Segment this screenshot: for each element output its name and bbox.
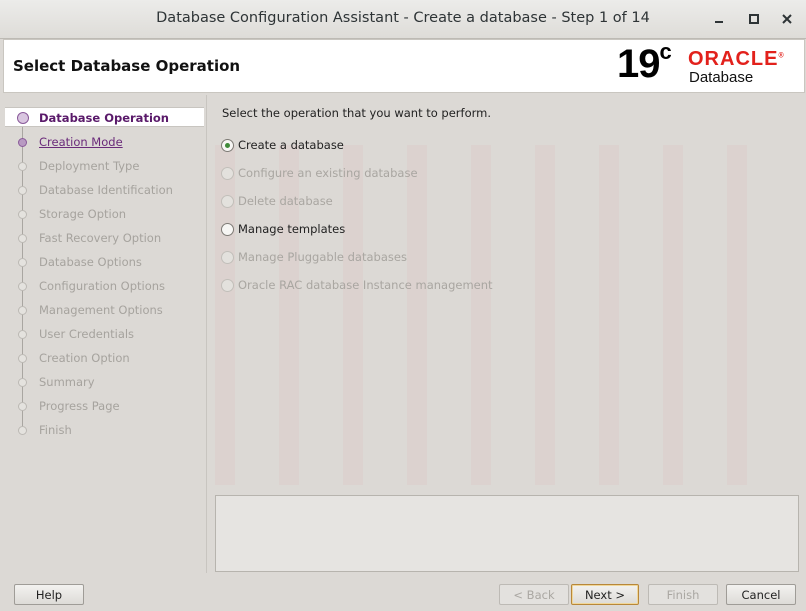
option-rac-instance-management: Oracle RAC database Instance management <box>221 277 493 293</box>
logo-version-suffix: c <box>659 38 672 64</box>
window-titlebar[interactable]: Database Configuration Assistant - Creat… <box>0 0 806 39</box>
cancel-button[interactable]: Cancel <box>726 584 796 605</box>
logo-brand-mark: ® <box>778 52 785 60</box>
radio-selected-icon[interactable] <box>221 138 234 152</box>
step-dot-icon <box>18 186 27 195</box>
option-label: Delete database <box>238 194 333 208</box>
step-dot-icon <box>18 306 27 315</box>
step-dot-icon <box>18 354 27 363</box>
page-header: Select Database Operation 19c ORACLE® Da… <box>3 39 805 93</box>
minimize-icon[interactable] <box>710 10 728 28</box>
help-button[interactable]: Help <box>14 584 84 605</box>
nav-step-creation-option: Creation Option <box>5 348 204 368</box>
step-dot-icon <box>18 234 27 243</box>
background-stripe <box>727 145 747 485</box>
step-dot-icon <box>18 258 27 267</box>
option-label: Manage Pluggable databases <box>238 250 407 264</box>
operation-prompt: Select the operation that you want to pe… <box>222 106 492 120</box>
nav-step-label: Finish <box>39 423 72 437</box>
nav-step-database-operation[interactable]: Database Operation <box>5 107 204 127</box>
close-icon[interactable] <box>778 10 796 28</box>
option-label: Configure an existing database <box>238 166 418 180</box>
nav-step-label: Database Options <box>39 255 142 269</box>
back-button[interactable]: < Back <box>499 584 569 605</box>
nav-step-storage-option: Storage Option <box>5 204 204 224</box>
nav-step-label: Storage Option <box>39 207 127 221</box>
nav-step-label: Fast Recovery Option <box>39 231 162 245</box>
nav-step-label: Creation Mode <box>39 135 123 149</box>
nav-step-progress-page: Progress Page <box>5 396 204 416</box>
oracle-version-logo: 19c <box>617 38 672 87</box>
nav-step-label: Management Options <box>39 303 163 317</box>
next-button[interactable]: Next > <box>571 584 639 605</box>
step-dot-icon <box>18 330 27 339</box>
nav-step-database-options: Database Options <box>5 252 204 272</box>
main-content: Select the operation that you want to pe… <box>206 95 805 573</box>
nav-step-deployment-type: Deployment Type <box>5 156 204 176</box>
radio-icon <box>221 166 234 180</box>
logo-version-number: 19 <box>617 42 660 86</box>
background-stripe <box>535 145 555 485</box>
nav-step-configuration-options: Configuration Options <box>5 276 204 296</box>
step-dot-icon <box>18 426 27 435</box>
nav-step-label: Summary <box>39 375 95 389</box>
nav-step-label: Deployment Type <box>39 159 140 173</box>
nav-step-database-identification: Database Identification <box>5 180 204 200</box>
nav-step-management-options: Management Options <box>5 300 204 320</box>
page-title: Select Database Operation <box>13 57 241 75</box>
nav-step-label: Database Identification <box>39 183 173 197</box>
background-stripe <box>407 145 427 485</box>
nav-step-label: Configuration Options <box>39 279 166 293</box>
oracle-brand-logo: ORACLE® <box>688 48 785 71</box>
step-dot-icon <box>18 162 27 171</box>
option-manage-pluggable-databases: Manage Pluggable databases <box>221 249 407 265</box>
maximize-icon[interactable] <box>745 10 763 28</box>
button-bar: Help < Back Next > Finish Cancel <box>0 575 806 611</box>
step-dot-icon <box>18 138 27 147</box>
nav-step-fast-recovery-option: Fast Recovery Option <box>5 228 204 248</box>
radio-icon <box>221 194 234 208</box>
nav-step-user-credentials: User Credentials <box>5 324 204 344</box>
step-dot-icon <box>18 402 27 411</box>
nav-step-label: Database Operation <box>39 111 169 125</box>
radio-icon[interactable] <box>221 222 234 236</box>
nav-step-label: Creation Option <box>39 351 130 365</box>
option-delete-database: Delete database <box>221 193 333 209</box>
background-stripe <box>471 145 491 485</box>
step-navigation: Database Operation Creation Mode Deploym… <box>4 95 205 573</box>
finish-button[interactable]: Finish <box>648 584 718 605</box>
nav-step-creation-mode[interactable]: Creation Mode <box>5 132 204 152</box>
oracle-product-name: Database <box>689 69 754 86</box>
background-stripe <box>663 145 683 485</box>
option-create-database[interactable]: Create a database <box>221 137 344 153</box>
radio-icon <box>221 278 234 292</box>
nav-step-label: Progress Page <box>39 399 120 413</box>
message-panel <box>215 495 799 572</box>
step-current-icon <box>17 112 29 124</box>
option-configure-existing-database: Configure an existing database <box>221 165 418 181</box>
background-stripe <box>599 145 619 485</box>
background-stripe <box>343 145 363 485</box>
nav-step-summary: Summary <box>5 372 204 392</box>
step-dot-icon <box>18 282 27 291</box>
option-manage-templates[interactable]: Manage templates <box>221 221 345 237</box>
step-dot-icon <box>18 210 27 219</box>
option-label[interactable]: Manage templates <box>238 222 345 236</box>
option-label: Oracle RAC database Instance management <box>238 278 493 292</box>
nav-step-finish: Finish <box>5 420 204 440</box>
logo-brand-text: ORACLE <box>688 48 779 70</box>
step-dot-icon <box>18 378 27 387</box>
nav-step-label: User Credentials <box>39 327 135 341</box>
option-label[interactable]: Create a database <box>238 138 344 152</box>
radio-icon <box>221 250 234 264</box>
window-title: Database Configuration Assistant - Creat… <box>156 10 650 26</box>
